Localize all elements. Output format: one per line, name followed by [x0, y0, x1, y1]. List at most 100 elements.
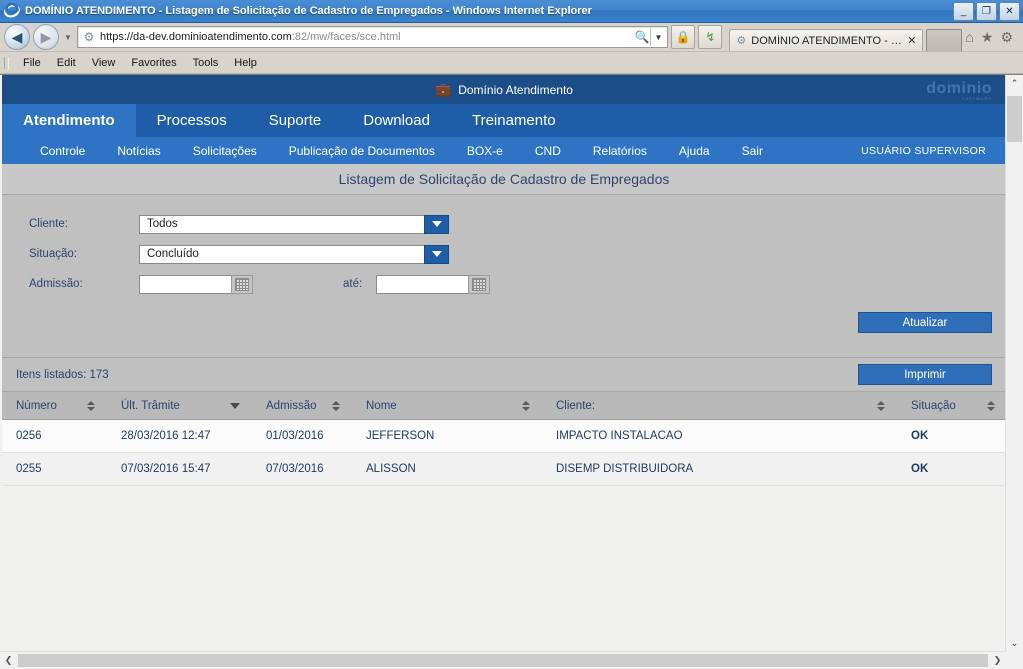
close-button[interactable]: ✕ [999, 2, 1020, 21]
current-user-label: USUÁRIO SUPERVISOR [861, 144, 986, 157]
items-count-label: Itens listados: 173 [16, 368, 109, 381]
admissao-to-input[interactable] [376, 274, 469, 294]
cell-nome: JEFFERSON [352, 419, 542, 453]
cliente-select-value: Todos [139, 214, 424, 234]
column-header-ult-tramite[interactable]: Últ. Trâmite [107, 392, 252, 420]
menu-item-view[interactable]: View [84, 55, 124, 71]
imprimir-button[interactable]: Imprimir [858, 364, 992, 385]
subnav-sair[interactable]: Sair [726, 144, 779, 158]
browser-menu-bar: File Edit View Favorites Tools Help [0, 52, 1023, 74]
address-bar-url: https://da-dev.dominioatendimento.com:82… [100, 31, 401, 43]
admissao-from-field[interactable] [139, 274, 253, 294]
favorites-star-icon[interactable]: ★ [981, 29, 994, 46]
nav-tab-processos[interactable]: Processos [136, 104, 248, 137]
browser-tab[interactable]: ⚙ DOMÍNIO ATENDIMENTO - Li... ✕ [729, 29, 924, 51]
scroll-right-icon[interactable]: ❯ [989, 652, 1006, 669]
address-bar[interactable]: ⚙ https://da-dev.dominioatendimento.com:… [77, 26, 669, 48]
subnav-cnd[interactable]: CND [519, 144, 577, 158]
column-header-situacao[interactable]: Situação [897, 392, 1006, 420]
sort-icon [522, 400, 530, 411]
tab-close-icon[interactable]: ✕ [907, 34, 916, 47]
sort-desc-icon [230, 402, 240, 409]
horizontal-scrollbar[interactable]: ❮ ❯ [0, 651, 1006, 669]
cell-numero: 0256 [2, 419, 107, 453]
filter-panel: Cliente: Todos Situação: Concluído Admis… [2, 195, 1006, 358]
horizontal-scroll-thumb[interactable] [18, 654, 988, 667]
atualizar-button-wrap: Atualizar [858, 312, 992, 333]
forward-button[interactable]: ▶ [33, 24, 59, 50]
results-summary-bar: Itens listados: 173 Imprimir [2, 358, 1006, 392]
column-header-numero[interactable]: Número [2, 392, 107, 420]
new-tab-button[interactable] [926, 29, 963, 51]
admissao-to-field[interactable] [376, 274, 491, 294]
back-button[interactable]: ◀ [4, 24, 30, 50]
search-icon[interactable]: 🔍 [634, 30, 650, 44]
atualizar-button[interactable]: Atualizar [858, 312, 992, 333]
app-header: 💼 Domínio Atendimento dominio SOFTWARE [2, 75, 1006, 104]
nav-tab-download[interactable]: Download [342, 104, 451, 137]
recent-pages-icon[interactable]: ▼ [62, 33, 74, 42]
table-row[interactable]: 0256 28/03/2016 12:47 01/03/2016 JEFFERS… [2, 419, 1006, 453]
subnav-solicitacoes[interactable]: Solicitações [177, 144, 273, 158]
scrollbar-corner [1006, 652, 1023, 669]
results-table: Número Últ. Trâmite Admissão Nome Client… [2, 392, 1006, 486]
page-icon: ⚙ [83, 30, 95, 44]
subnav-relatorios[interactable]: Relatórios [577, 144, 663, 158]
secondary-nav: Controle Notícias Solicitações Publicaçã… [2, 137, 1006, 164]
maximize-button[interactable]: ❐ [976, 2, 997, 21]
table-row[interactable]: 0255 07/03/2016 15:47 07/03/2016 ALISSON… [2, 452, 1006, 486]
subnav-controle[interactable]: Controle [24, 144, 101, 158]
address-dropdown-icon[interactable]: ▼ [650, 28, 665, 46]
calendar-icon[interactable] [468, 274, 491, 294]
home-icon[interactable]: ⌂ [965, 29, 973, 46]
minimize-button[interactable]: _ [953, 2, 974, 21]
browser-tab-label: DOMÍNIO ATENDIMENTO - Li... [751, 34, 903, 47]
vertical-scrollbar[interactable]: ⌃ ⌄ [1005, 75, 1023, 652]
browser-window: DOMÍNIO ATENDIMENTO - Listagem de Solici… [0, 0, 1023, 669]
app-brand-label: Domínio Atendimento [458, 82, 573, 97]
scroll-down-icon[interactable]: ⌄ [1006, 635, 1023, 652]
menu-item-favorites[interactable]: Favorites [123, 55, 184, 71]
sort-icon [87, 400, 95, 411]
vertical-scroll-thumb[interactable] [1007, 96, 1022, 142]
chevron-down-icon[interactable] [424, 244, 449, 264]
nav-tab-atendimento[interactable]: Atendimento [2, 104, 136, 137]
nav-tab-suporte[interactable]: Suporte [248, 104, 343, 137]
cliente-label: Cliente: [29, 218, 68, 230]
situacao-select[interactable]: Concluído [139, 244, 449, 264]
admissao-from-input[interactable] [139, 274, 231, 294]
menu-item-help[interactable]: Help [226, 55, 265, 71]
chevron-down-icon[interactable] [424, 214, 449, 234]
scroll-left-icon[interactable]: ❮ [0, 652, 17, 669]
sort-icon [877, 400, 885, 411]
primary-nav: Atendimento Processos Suporte Download T… [2, 104, 1006, 137]
cell-ult-tramite: 07/03/2016 15:47 [107, 452, 252, 486]
refresh-button[interactable]: ↯ [698, 25, 723, 49]
column-header-admissao[interactable]: Admissão [252, 392, 352, 420]
subnav-box-e[interactable]: BOX-e [451, 144, 519, 158]
column-header-nome[interactable]: Nome [352, 392, 542, 420]
settings-gear-icon[interactable]: ⚙ [1000, 29, 1013, 46]
nav-tab-treinamento[interactable]: Treinamento [451, 104, 577, 137]
calendar-icon[interactable] [231, 274, 253, 294]
cell-admissao: 07/03/2016 [252, 452, 352, 486]
cliente-select[interactable]: Todos [139, 214, 449, 234]
cell-nome: ALISSON [352, 452, 542, 486]
cell-cliente: IMPACTO INSTALACAO [542, 419, 897, 453]
subnav-publicacao-de-documentos[interactable]: Publicação de Documentos [273, 144, 451, 158]
menu-item-edit[interactable]: Edit [49, 55, 84, 71]
cell-admissao: 01/03/2016 [252, 419, 352, 453]
page-title: Listagem de Solicitação de Cadastro de E… [2, 164, 1006, 195]
window-controls: _ ❐ ✕ [953, 2, 1020, 21]
scroll-up-icon[interactable]: ⌃ [1006, 75, 1023, 92]
horizontal-scroll-track[interactable] [17, 652, 989, 669]
browser-viewport: 💼 Domínio Atendimento dominio SOFTWARE A… [0, 74, 1023, 669]
subnav-ajuda[interactable]: Ajuda [663, 144, 726, 158]
security-lock-icon[interactable]: 🔒 [671, 25, 696, 49]
menu-grip [4, 56, 9, 69]
browser-toolbar: ◀ ▶ ▼ ⚙ https://da-dev.dominioatendiment… [0, 23, 1023, 52]
menu-item-tools[interactable]: Tools [185, 55, 227, 71]
menu-item-file[interactable]: File [15, 55, 49, 71]
column-header-cliente[interactable]: Cliente: [542, 392, 897, 420]
subnav-noticias[interactable]: Notícias [101, 144, 176, 158]
